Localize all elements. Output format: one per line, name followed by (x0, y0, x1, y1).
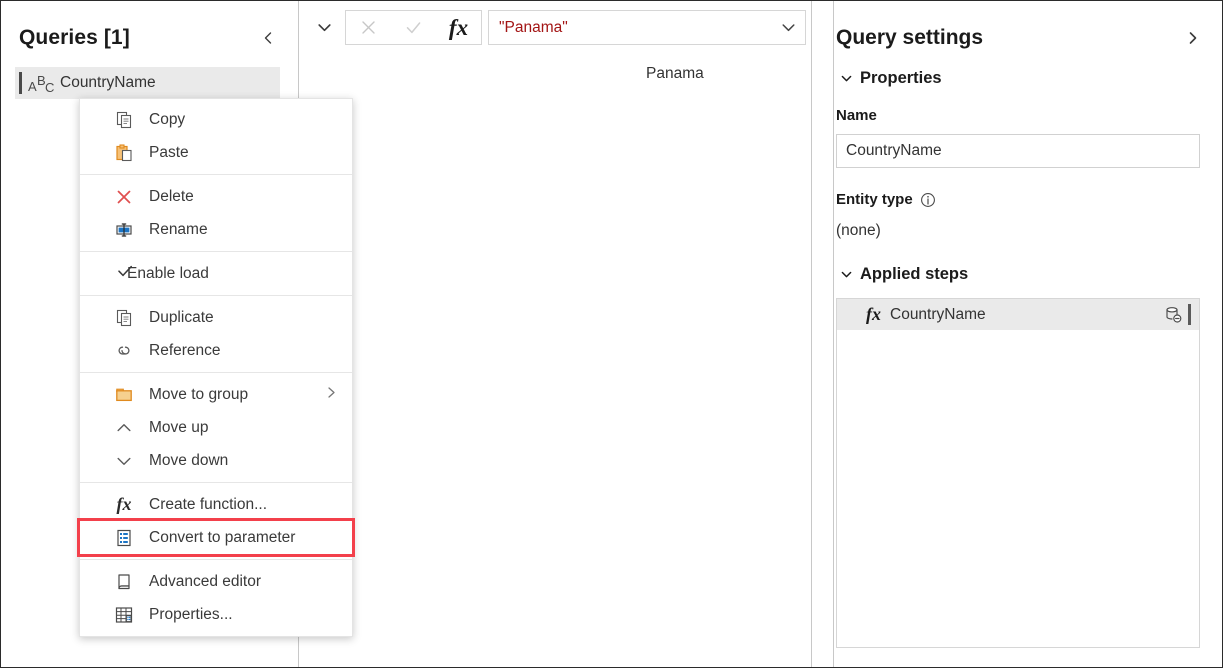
collapse-queries-pane-button[interactable] (255, 25, 281, 51)
formula-dropdown-button[interactable] (771, 11, 805, 44)
menu-item-properties[interactable]: Properties... (80, 598, 352, 631)
menu-separator (80, 174, 352, 175)
menu-item-label: Advanced editor (149, 572, 262, 590)
menu-item-copy[interactable]: Copy (80, 103, 352, 136)
formula-bar-expand-button[interactable] (309, 13, 339, 43)
abc-text-type-icon: ABC (28, 73, 55, 95)
menu-item-label: Properties... (149, 605, 233, 623)
chevron-down-icon (113, 450, 135, 472)
queries-pane-title: Queries [1] (19, 26, 130, 49)
applied-steps-section-label: Applied steps (860, 265, 969, 283)
formula-input-value: "Panama" (499, 18, 568, 36)
preview-scalar-value: Panama (646, 65, 704, 82)
menu-item-move-to-group[interactable]: Move to group (80, 378, 352, 411)
queries-pane: Queries [1] ABC CountryName Copy Paste D… (1, 1, 355, 667)
menu-item-label: Enable load (127, 264, 209, 282)
query-settings-header: Query settings (834, 21, 1206, 55)
chevron-down-icon (840, 72, 853, 85)
menu-item-label: Paste (149, 143, 189, 161)
menu-item-label: Move up (149, 418, 209, 436)
name-input[interactable] (836, 134, 1200, 168)
entity-type-value: (none) (836, 222, 881, 239)
query-context-menu: Copy Paste Delete Rename Enable load Dup… (77, 98, 355, 637)
menu-item-enable-load[interactable]: Enable load (80, 257, 352, 290)
menu-item-advanced-editor[interactable]: Advanced editor (80, 565, 352, 598)
menu-item-label: Convert to parameter (149, 528, 296, 546)
menu-item-create-function[interactable]: fx Create function... (80, 488, 352, 521)
menu-item-duplicate[interactable]: Duplicate (80, 301, 352, 334)
advanced-editor-icon (113, 571, 135, 593)
fx-icon[interactable]: fx (436, 11, 481, 44)
query-settings-pane: Query settings Properties Name Entity ty… (834, 1, 1222, 667)
menu-item-label: Reference (149, 341, 221, 359)
power-query-editor: Queries [1] ABC CountryName Copy Paste D… (0, 0, 1223, 668)
menu-item-rename[interactable]: Rename (80, 213, 352, 246)
fx-icon: fx (116, 494, 132, 514)
properties-grid-icon (113, 604, 135, 626)
chevron-right-icon (324, 385, 338, 404)
menu-item-label: Move to group (149, 385, 249, 403)
query-selection-indicator (19, 72, 22, 94)
name-field-label: Name (836, 107, 877, 124)
menu-item-label: Duplicate (149, 308, 214, 326)
step-cursor-indicator (1188, 304, 1191, 325)
menu-item-label: Copy (149, 110, 186, 128)
formula-accept-button[interactable] (391, 11, 436, 44)
rename-icon (113, 219, 135, 241)
menu-separator (80, 559, 352, 560)
folder-icon (113, 384, 135, 406)
duplicate-icon (113, 307, 135, 329)
collapse-query-settings-button[interactable] (1180, 25, 1206, 51)
preview-pane: fx "Panama" Panama (299, 1, 811, 667)
menu-separator (80, 482, 352, 483)
formula-bar-actions: fx (345, 10, 482, 45)
menu-item-move-down[interactable]: Move down (80, 444, 352, 477)
menu-item-paste[interactable]: Paste (80, 136, 352, 169)
query-settings-title: Query settings (836, 26, 984, 49)
delete-x-icon (113, 186, 135, 208)
chevron-up-icon (113, 417, 135, 439)
formula-cancel-button[interactable] (346, 11, 391, 44)
menu-item-label: Create function... (149, 495, 268, 513)
applied-steps-list: fx CountryName (836, 298, 1200, 648)
menu-item-delete[interactable]: Delete (80, 180, 352, 213)
applied-step-row[interactable]: fx CountryName (837, 299, 1199, 330)
copy-icon (113, 109, 135, 131)
properties-section-label: Properties (860, 69, 942, 87)
menu-separator (80, 372, 352, 373)
query-list-item-countryname[interactable]: ABC CountryName (15, 67, 280, 99)
menu-item-move-up[interactable]: Move up (80, 411, 352, 444)
chevron-down-icon (840, 268, 853, 281)
entity-type-row: Entity type (836, 191, 936, 208)
check-icon (116, 262, 134, 285)
parameter-list-icon (113, 527, 135, 549)
reference-link-icon (113, 340, 135, 362)
applied-step-label: CountryName (890, 305, 986, 323)
entity-type-label: Entity type (836, 191, 913, 208)
fx-icon: fx (866, 304, 881, 324)
applied-steps-section-header[interactable]: Applied steps (840, 265, 968, 284)
menu-item-reference[interactable]: Reference (80, 334, 352, 367)
menu-separator (80, 295, 352, 296)
menu-item-label: Delete (149, 187, 194, 205)
queries-pane-header: Queries [1] (19, 21, 281, 55)
info-icon[interactable] (920, 192, 936, 208)
paste-icon (113, 142, 135, 164)
data-source-settings-icon[interactable] (1164, 305, 1183, 324)
menu-item-label: Move down (149, 451, 229, 469)
menu-item-label: Rename (149, 220, 208, 238)
formula-bar: fx "Panama" (309, 10, 806, 45)
menu-item-convert-to-parameter[interactable]: Convert to parameter (77, 518, 355, 557)
menu-separator (80, 251, 352, 252)
formula-input[interactable]: "Panama" (488, 10, 806, 45)
preview-pane-divider[interactable] (811, 1, 812, 667)
query-list-item-label: CountryName (60, 74, 156, 91)
properties-section-header[interactable]: Properties (840, 69, 942, 88)
